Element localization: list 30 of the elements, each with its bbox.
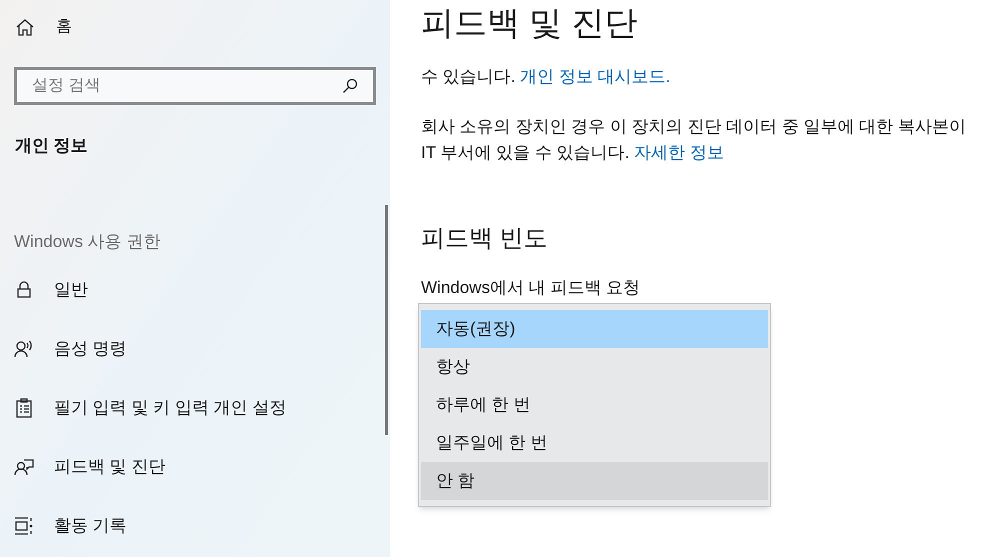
field-label: Windows에서 내 피드백 요청 xyxy=(421,277,642,299)
home-icon xyxy=(16,18,34,36)
search-icon xyxy=(342,78,358,94)
home-link[interactable]: 홈 xyxy=(0,15,390,39)
nav-item[interactable]: 필기 입력 및 키 입력 개인 설정 xyxy=(0,396,390,420)
search-field[interactable]: 설정 검색 xyxy=(32,74,342,98)
link[interactable]: 개인 정보 대시보드. xyxy=(520,67,670,86)
person-message-icon xyxy=(14,458,34,476)
lock-icon xyxy=(15,281,33,299)
nav-item[interactable]: 일반 xyxy=(0,278,390,302)
nav-item[interactable]: 피드백 및 진단 xyxy=(0,455,390,479)
nav-item[interactable]: 음성 명령 xyxy=(0,337,390,361)
clipboard-icon xyxy=(15,398,33,418)
link[interactable]: 자세한 정보 xyxy=(634,143,724,162)
dropdown-option[interactable]: 항상 xyxy=(421,348,768,386)
group-label: Windows 사용 권한 xyxy=(13,230,162,252)
dropdown-option[interactable]: 자동(권장) xyxy=(421,310,768,348)
person-speaking-icon xyxy=(14,340,34,358)
section-heading: 피드백 빈도 xyxy=(421,224,549,254)
dropdown-option[interactable]: 일주일에 한 번 xyxy=(421,424,768,462)
description-text: 회사 소유의 장치인 경우 이 장치의 진단 데이터 중 일부에 대한 복사본이 IT 부서에 있을 수 있습니다. 자세한 정보 xyxy=(421,116,967,164)
timeline-icon xyxy=(14,516,34,536)
section-title: 개인 정보 xyxy=(14,135,89,157)
nav-item[interactable]: 활동 기록 xyxy=(0,514,390,538)
scrollbar[interactable] xyxy=(385,205,388,435)
dropdown-option[interactable]: 안 함 xyxy=(421,462,768,500)
page-title: 피드백 및 진단 xyxy=(421,6,638,40)
search-box[interactable]: 설정 검색 xyxy=(14,67,376,105)
description-text: 수 있습니다. 개인 정보 대시보드. xyxy=(421,66,672,88)
dropdown-option[interactable]: 하루에 한 번 xyxy=(421,386,768,424)
